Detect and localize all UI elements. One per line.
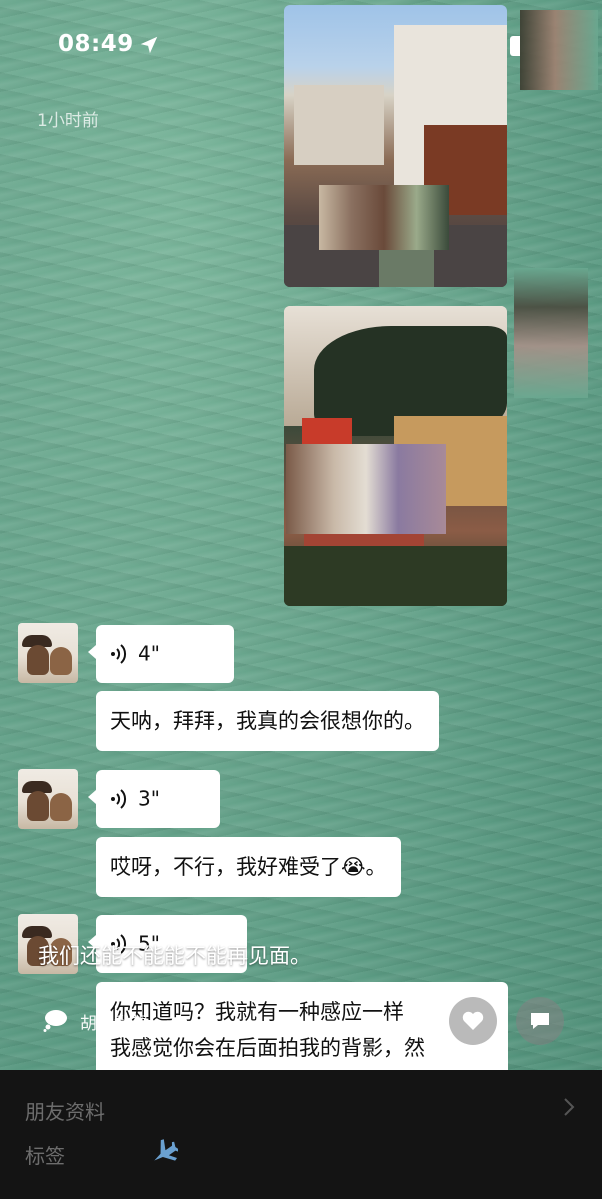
text-message[interactable]: 你知道吗？我就有一种感应一样 我感觉你会在后面拍我的背影，然	[96, 982, 508, 1082]
thought-bubble-icon	[43, 1010, 67, 1032]
tags-label: 标签	[25, 1144, 65, 1168]
voice-wave-icon	[111, 789, 127, 809]
location-arrow-icon	[140, 36, 158, 54]
avatar[interactable]	[18, 623, 78, 683]
chevron-right-icon[interactable]	[562, 1097, 576, 1117]
post-timestamp: 1小时前	[37, 111, 99, 131]
voice-duration: 3"	[138, 786, 160, 811]
blurred-avatar	[514, 268, 588, 398]
like-button[interactable]	[449, 997, 497, 1045]
chat-photo-tree[interactable]	[284, 306, 507, 606]
battery-icon	[510, 36, 520, 56]
voice-message[interactable]: 4"	[88, 625, 234, 683]
text-message[interactable]: 天呐，拜拜，我真的会很想你的。	[96, 691, 439, 751]
avatar[interactable]	[18, 769, 78, 829]
text-message[interactable]: 哎呀，不行，我好难受了😭。	[96, 837, 401, 897]
blurred-avatar	[520, 10, 598, 90]
mood-text: 胡思乱想	[80, 1014, 148, 1034]
voice-duration: 4"	[138, 641, 160, 666]
heart-icon	[462, 1011, 484, 1030]
profile-panel	[0, 1070, 602, 1199]
comment-icon	[531, 1013, 549, 1029]
airplane-icon[interactable]	[148, 1137, 178, 1167]
text-line: 我感觉你会在后面拍我的背影，然	[110, 1036, 425, 1060]
text-line: 你知道吗？我就有一种感应一样	[110, 1000, 404, 1024]
status-time: 08:49	[58, 31, 134, 57]
comment-button[interactable]	[516, 997, 564, 1045]
voice-wave-icon	[111, 644, 127, 664]
friend-info-row[interactable]: 朋友资料	[25, 1096, 105, 1125]
voice-message[interactable]: 3"	[88, 770, 220, 828]
chat-photo-street[interactable]	[284, 5, 507, 287]
post-caption: 我们还能不能能不能再见面。	[38, 944, 311, 968]
